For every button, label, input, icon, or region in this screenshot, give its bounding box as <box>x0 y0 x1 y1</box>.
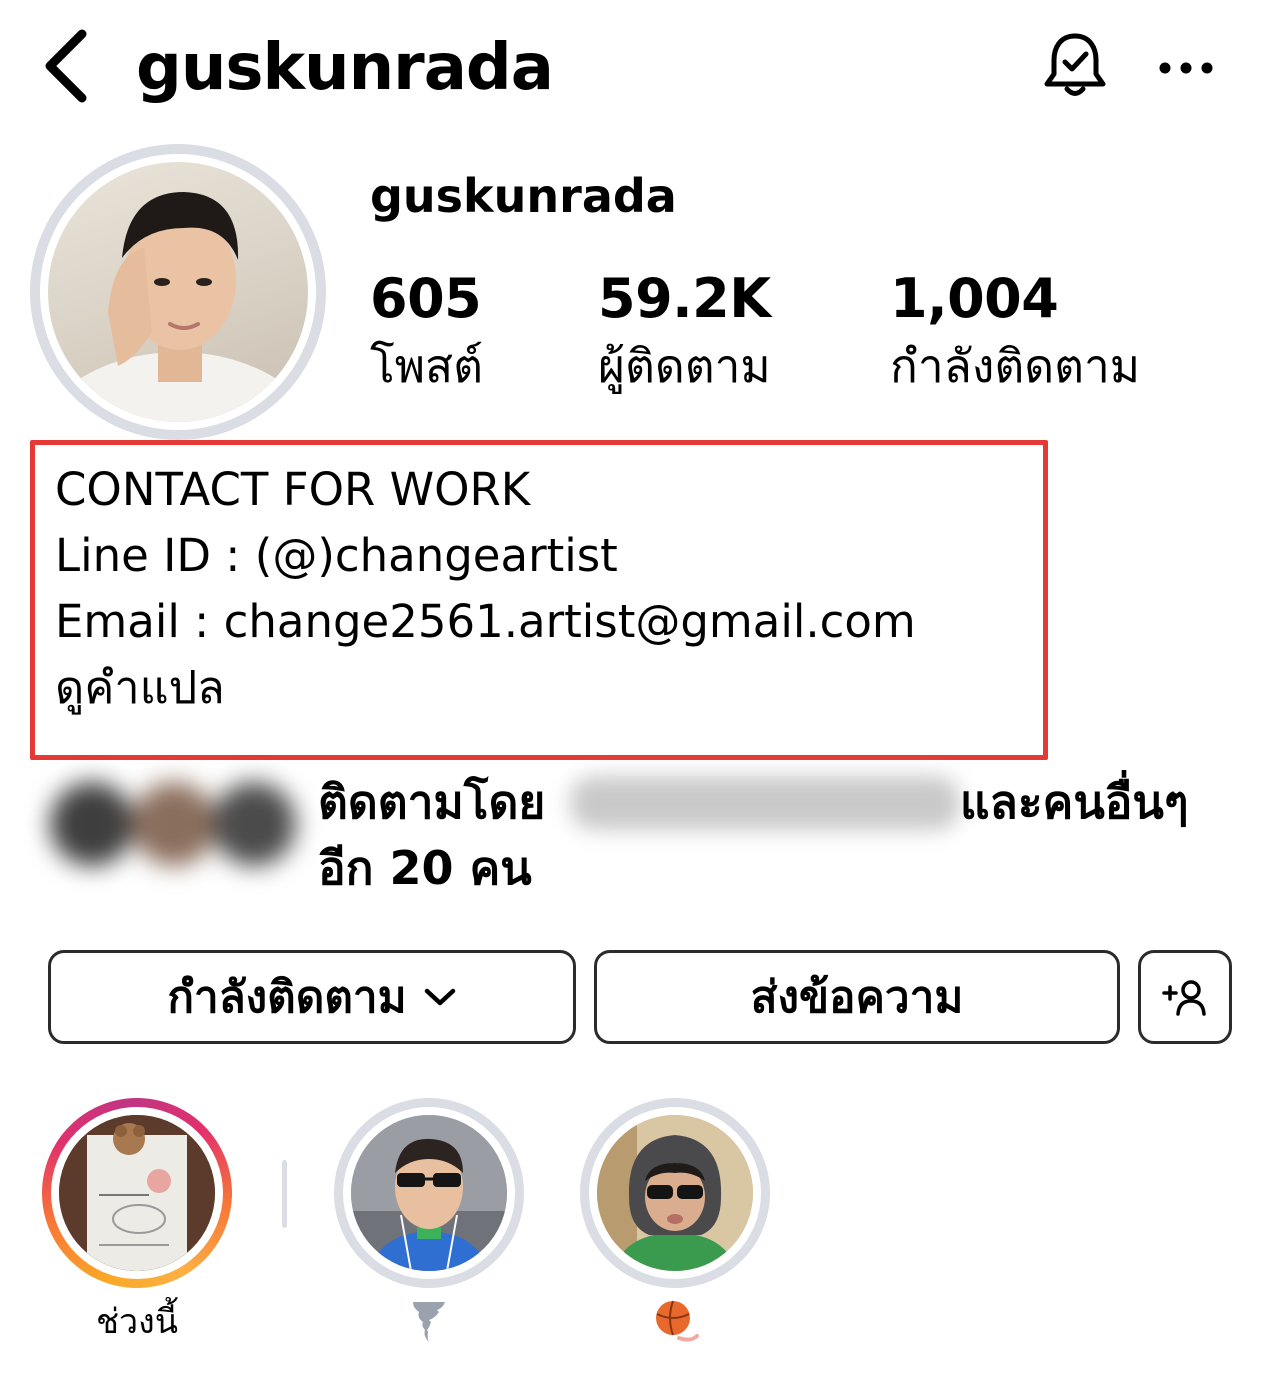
posts-stat[interactable]: 605 โพสต์ <box>370 266 483 396</box>
following-label: กำลังติดตาม <box>890 339 1141 393</box>
highlight-label-recent: ช่วงนี้ <box>95 1302 178 1342</box>
message-button[interactable]: ส่งข้อความ <box>594 950 1120 1044</box>
chevron-left-icon <box>45 29 87 103</box>
posts-count: 605 <box>370 267 482 330</box>
following-count: 1,004 <box>890 267 1059 330</box>
highlight-2-photo <box>351 1115 507 1271</box>
following-button-label: กำลังติดตาม <box>167 972 407 1023</box>
followers-count: 59.2K <box>598 267 771 330</box>
followed-by-count: 20 <box>389 841 454 895</box>
add-user-icon <box>1162 980 1206 1016</box>
highlight-3-photo <box>597 1115 753 1271</box>
highlight-1-photo <box>59 1115 215 1271</box>
tornado-icon <box>413 1302 445 1342</box>
profile-avatar[interactable] <box>30 144 326 440</box>
profile-username: guskunrada <box>370 169 677 223</box>
bio-email: Email : change2561.artist@gmail.com <box>55 595 916 648</box>
more-options-button[interactable] <box>1156 48 1216 88</box>
add-user-button[interactable] <box>1138 950 1232 1044</box>
followers-label: ผู้ติดตาม <box>598 339 771 393</box>
followed-by-line2-post: คน <box>453 841 532 895</box>
notification-bell-button[interactable] <box>1040 30 1110 102</box>
followed-by-prefix[interactable]: ติดตามโดย <box>318 770 545 834</box>
highlight-2-label <box>334 1296 524 1348</box>
following-button[interactable]: กำลังติดตาม <box>48 950 576 1044</box>
chevron-down-icon <box>424 988 455 1006</box>
highlights-divider <box>282 1160 287 1228</box>
followed-by-count-line[interactable]: อีก 20 คน <box>318 836 532 900</box>
more-horizontal-icon <box>1159 62 1213 74</box>
header-title: guskunrada <box>136 31 554 105</box>
followed-by-line2-pre: อีก <box>318 841 390 895</box>
highlight-3-label <box>580 1296 770 1348</box>
bio-highlight-box: CONTACT FOR WORK Line ID : (@)changearti… <box>30 440 1048 760</box>
story-highlight-3[interactable] <box>580 1098 770 1288</box>
mutual-follower-avatars[interactable] <box>36 768 306 878</box>
message-button-label: ส่งข้อความ <box>750 972 964 1023</box>
bio-contact-heading: CONTACT FOR WORK <box>55 463 531 516</box>
basketball-icon <box>656 1300 699 1342</box>
back-button[interactable] <box>38 28 94 104</box>
profile-photo <box>48 162 308 422</box>
bio-line-id: Line ID : (@)changeartist <box>55 529 618 582</box>
story-highlight-recent[interactable] <box>42 1098 232 1288</box>
blurred-follower-names <box>570 776 960 830</box>
see-translation-link[interactable]: ดูคำแปล <box>55 657 225 719</box>
posts-label: โพสต์ <box>370 339 483 393</box>
following-stat[interactable]: 1,004 กำลังติดตาม <box>890 266 1140 396</box>
followers-stat[interactable]: 59.2K ผู้ติดตาม <box>598 266 771 396</box>
bell-check-icon <box>1044 33 1106 96</box>
story-highlight-2[interactable] <box>334 1098 524 1288</box>
followed-by-others[interactable]: และคนอื่นๆ <box>960 770 1189 834</box>
